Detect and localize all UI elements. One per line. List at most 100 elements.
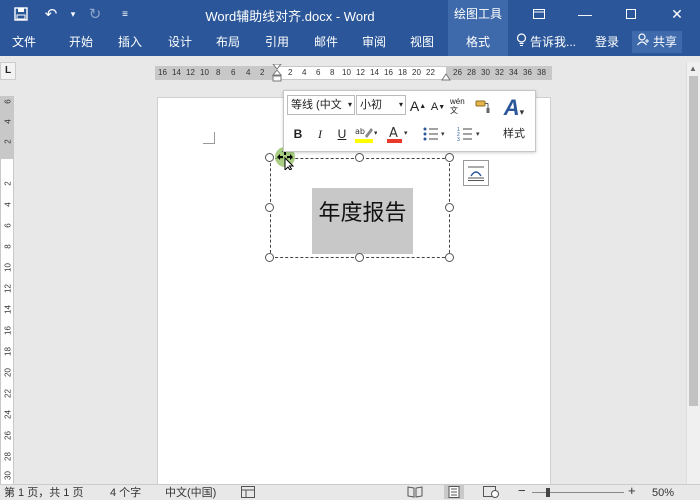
macro-record-icon[interactable] — [241, 486, 255, 500]
highlight-button[interactable]: ab ▾ — [354, 124, 378, 144]
ruler-number: 8 — [330, 68, 335, 77]
ruler-number: 12 — [356, 68, 365, 77]
phonetic-guide-button[interactable]: wén文 — [450, 95, 472, 117]
ribbon-display-options-icon[interactable] — [516, 0, 562, 28]
tab-layout[interactable]: 布局 — [208, 28, 248, 56]
text-box-content[interactable]: 年度报告 — [312, 188, 413, 254]
web-layout-icon[interactable] — [483, 486, 499, 500]
ruler-number: 34 — [509, 68, 518, 77]
drawing-tools-label: 绘图工具 — [448, 0, 508, 28]
minimize-icon[interactable]: — — [562, 0, 608, 28]
word-count-status[interactable]: 4 个字 — [110, 487, 141, 499]
ruler-number: 18 — [398, 68, 407, 77]
zoom-out-button[interactable]: − — [518, 484, 526, 497]
tab-review[interactable]: 审阅 — [354, 28, 394, 56]
grow-font-button[interactable]: A ▲ — [410, 97, 426, 115]
maximize-icon[interactable] — [608, 0, 654, 28]
font-size-box[interactable]: 小初 ▾ — [356, 95, 406, 115]
ruler-number: 2 — [3, 181, 13, 186]
resize-handle-left[interactable] — [265, 203, 274, 212]
quick-access-toolbar: ↶ ▾ ↻ ≡ — [8, 3, 138, 25]
ruler-number: 30 — [481, 68, 490, 77]
tab-file[interactable]: 文件 — [6, 28, 42, 56]
layout-options-icon — [468, 166, 484, 181]
read-mode-icon[interactable] — [407, 486, 423, 500]
tab-view[interactable]: 视图 — [402, 28, 442, 56]
document-title: Word辅助线对齐.docx - Word — [205, 9, 375, 24]
save-icon[interactable] — [8, 3, 34, 25]
resize-handle-bottom-right[interactable] — [445, 253, 454, 262]
indent-marker-right-icon[interactable] — [441, 72, 451, 81]
indent-marker-left-icon[interactable] — [272, 64, 282, 82]
mini-toolbar: 等线 (中文 ▾ 小初 ▾ A ▲ A ▼ wén文 B I U ab ▾ A ▾ ▾ … — [283, 90, 536, 152]
resize-handle-bottom-left[interactable] — [265, 253, 274, 262]
ruler-number: 20 — [3, 368, 13, 377]
horizontal-ruler[interactable]: 16 14 12 10 8 6 4 2 2 4 6 8 10 12 14 16 … — [155, 64, 552, 82]
login-link[interactable]: 登录 — [595, 28, 619, 56]
tab-design[interactable]: 设计 — [160, 28, 200, 56]
resize-handle-bottom[interactable] — [355, 253, 364, 262]
tab-selector[interactable]: L — [0, 62, 16, 80]
print-layout-icon[interactable] — [444, 485, 464, 499]
ruler-number: 6 — [316, 68, 321, 77]
tab-mailings[interactable]: 邮件 — [306, 28, 346, 56]
ruler-number: 4 — [246, 68, 251, 77]
bold-button[interactable]: B — [290, 125, 306, 143]
undo-icon[interactable]: ↶ — [38, 3, 64, 25]
chevron-down-icon[interactable]: ▾ — [399, 96, 403, 114]
tell-me-box[interactable]: 告诉我... — [516, 28, 576, 56]
ruler-number: 2 — [260, 68, 265, 77]
tab-format[interactable]: 格式 — [448, 28, 508, 56]
customize-qat-icon[interactable]: ≡ — [112, 3, 138, 25]
svg-text:A: A — [389, 126, 398, 141]
page-count-status[interactable]: 第 1 页，共 1 页 — [4, 487, 83, 499]
ruler-number: 26 — [453, 68, 462, 77]
text-boundary-corner — [203, 132, 215, 144]
lightbulb-icon — [516, 28, 527, 56]
resize-handle-top-left[interactable] — [265, 153, 274, 162]
scrollbar-thumb[interactable] — [689, 76, 698, 406]
shrink-font-button[interactable]: A ▼ — [431, 99, 445, 115]
ruler-number: 28 — [3, 452, 13, 461]
vertical-ruler[interactable]: 6 4 2 2 4 6 8 10 12 14 16 18 20 22 24 26… — [0, 96, 14, 486]
font-color-button[interactable]: A ▾ — [386, 124, 410, 144]
ruler-number: 36 — [523, 68, 532, 77]
ruler-number: 10 — [200, 68, 209, 77]
vertical-scrollbar[interactable]: ▲ — [686, 62, 700, 484]
bullets-button[interactable]: ▾ — [422, 124, 448, 144]
tell-me-label: 告诉我... — [530, 35, 577, 49]
language-status[interactable]: 中文(中国) — [165, 487, 216, 499]
resize-handle-top-right[interactable] — [445, 153, 454, 162]
scroll-up-icon[interactable]: ▲ — [689, 64, 697, 73]
svg-text:3: 3 — [457, 137, 460, 142]
close-icon[interactable]: ✕ — [654, 0, 700, 28]
svg-text:ab: ab — [355, 127, 365, 136]
zoom-level[interactable]: 50% — [652, 487, 674, 499]
layout-options-button[interactable] — [463, 160, 489, 186]
ruler-number: 28 — [467, 68, 476, 77]
font-name-box[interactable]: 等线 (中文 ▾ — [287, 95, 355, 115]
resize-handle-right[interactable] — [445, 203, 454, 212]
zoom-in-button[interactable]: + — [628, 484, 636, 497]
styles-button[interactable]: A▾ 样式 — [495, 93, 533, 149]
numbering-button[interactable]: 1 2 3 ▾ — [456, 124, 484, 144]
grow-font-label: A — [409, 98, 420, 114]
format-painter-icon[interactable] — [474, 97, 492, 115]
styles-icon: A▾ — [503, 95, 525, 120]
ruler-number: 4 — [3, 119, 13, 124]
ruler-number: 26 — [3, 431, 13, 440]
zoom-slider-thumb[interactable] — [546, 488, 550, 497]
underline-button[interactable]: U — [334, 125, 350, 143]
tab-references[interactable]: 引用 — [257, 28, 297, 56]
tab-home[interactable]: 开始 — [60, 28, 102, 56]
tab-insert[interactable]: 插入 — [110, 28, 150, 56]
ruler-number: 12 — [186, 68, 195, 77]
redo-icon[interactable]: ↻ — [82, 3, 108, 25]
undo-dropdown-icon[interactable]: ▾ — [68, 3, 78, 25]
font-name-value: 等线 (中文 — [291, 99, 342, 111]
share-button[interactable]: 共享 — [632, 31, 683, 53]
user-add-icon — [637, 31, 650, 53]
italic-button[interactable]: I — [312, 125, 328, 143]
resize-handle-top[interactable] — [355, 153, 364, 162]
chevron-down-icon[interactable]: ▾ — [348, 96, 352, 114]
